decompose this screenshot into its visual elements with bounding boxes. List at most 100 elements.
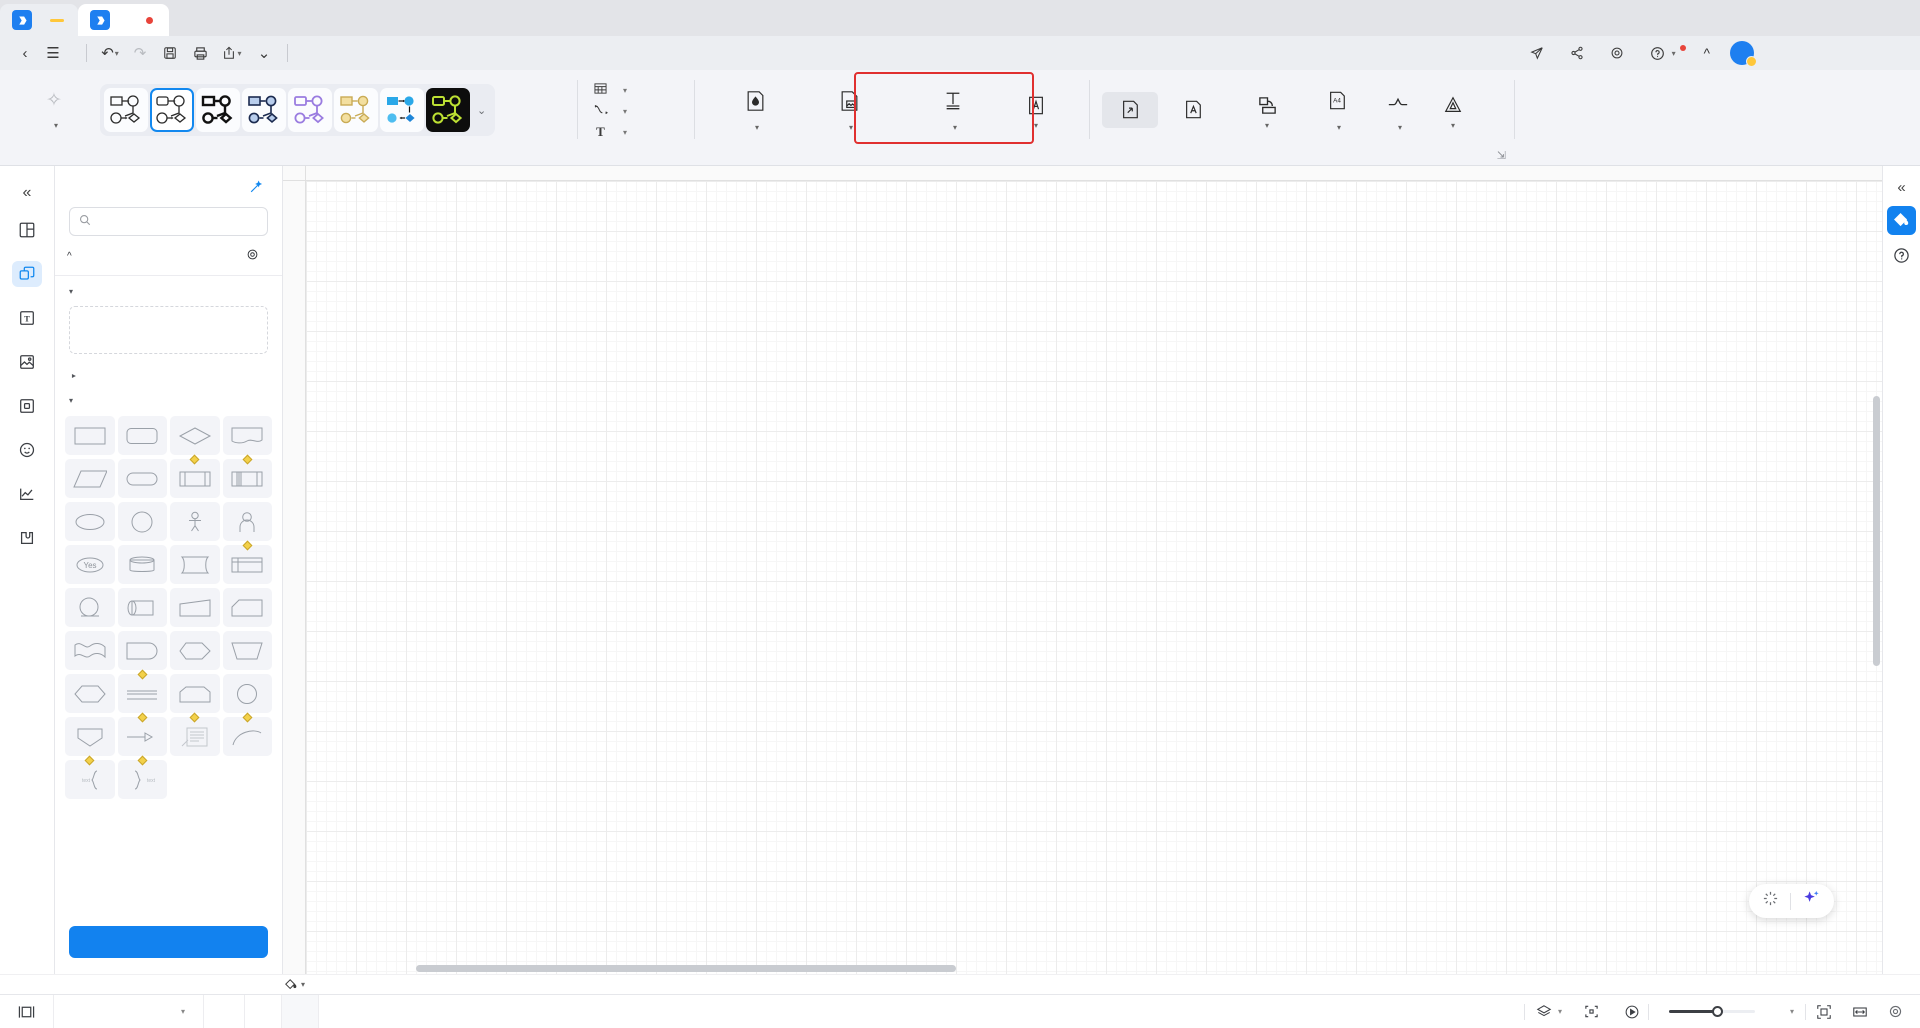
chevron-down-icon[interactable]: ▾ [623, 86, 627, 95]
zoom-slider[interactable] [1668, 1005, 1755, 1017]
shape-data-parallelogram[interactable] [65, 459, 115, 498]
print-icon[interactable] [185, 40, 215, 66]
section-basic-flowchart-shapes[interactable]: ▾ [55, 385, 282, 412]
background-picture-button[interactable]: ▾ [805, 84, 893, 136]
shape-hexagon[interactable] [65, 674, 115, 713]
shape-pentagon-down[interactable] [65, 717, 115, 756]
page-layout-button[interactable] [0, 994, 54, 1028]
focus-mode-button[interactable] [1573, 1004, 1616, 1019]
document-tab-drawing1[interactable] [78, 4, 169, 36]
customize-quick-access-icon[interactable]: ⌄ [249, 40, 279, 66]
orientation-button[interactable]: ▾ [1228, 88, 1306, 131]
sidebar-item-widgets[interactable] [1, 518, 53, 559]
collapse-ribbon-button[interactable]: ^ [1692, 46, 1722, 61]
shape-double-line[interactable] [117, 669, 167, 713]
shape-decision-diamond[interactable] [170, 416, 220, 455]
file-menu-button[interactable]: ☰ [40, 40, 78, 66]
background-color-button[interactable]: ▾ [711, 84, 799, 136]
shape-circle-with-line[interactable] [65, 588, 115, 627]
borders-and-headers-button[interactable]: ▾ [913, 84, 993, 136]
one-click-beautify-icon[interactable] [1762, 890, 1779, 912]
shape-terminator[interactable] [117, 459, 167, 498]
zoom-level-dropdown[interactable]: ▾ [1775, 1007, 1805, 1016]
shape-rounded-rectangle[interactable] [117, 416, 167, 455]
shape-table[interactable] [222, 540, 272, 584]
color-button[interactable]: ▾ [592, 82, 627, 98]
home-tab[interactable] [0, 4, 78, 36]
ribbon-tab-view[interactable] [424, 36, 462, 70]
minimize-button[interactable] [1766, 36, 1812, 70]
section-my-library[interactable]: ▾ [55, 276, 282, 303]
sidebar-item-stickers[interactable] [1, 430, 53, 471]
settings-gear-icon[interactable] [1878, 1004, 1912, 1019]
shape-arrow-line[interactable] [117, 712, 167, 756]
collapse-all-button[interactable]: ^ [67, 251, 77, 262]
canvas-vertical-scrollbar[interactable] [1873, 396, 1880, 666]
sidebar-item-text[interactable]: T [1, 298, 53, 339]
jump-style-button[interactable]: ▾ [1368, 84, 1428, 136]
add-page-button[interactable] [204, 994, 245, 1028]
one-click-beautify-button[interactable]: ✧ ▾ [8, 87, 100, 133]
horizontal-ruler[interactable] [306, 166, 1882, 181]
shape-trapezoid[interactable] [222, 631, 272, 670]
layers-button[interactable]: ▾ [1525, 1004, 1573, 1020]
connector-button[interactable]: ▾ [592, 103, 627, 119]
chevron-down-icon[interactable]: ▾ [1034, 122, 1038, 131]
beautify-more-button[interactable]: ⌄ [472, 104, 491, 117]
shape-card[interactable] [170, 674, 220, 713]
ribbon-tab-advanced[interactable] [500, 36, 538, 70]
shape-internal-storage[interactable] [222, 454, 272, 498]
shape-multi-document[interactable] [170, 545, 220, 584]
beautify-style-yellow[interactable] [334, 88, 378, 132]
unit-button[interactable]: ▾ [1430, 88, 1476, 131]
chevron-down-icon[interactable]: ▾ [623, 107, 627, 116]
beautify-style-purple[interactable] [288, 88, 332, 132]
redo-icon[interactable]: ↷ [125, 40, 155, 66]
ribbon-tab-ai[interactable] [538, 36, 583, 70]
shape-user-bust[interactable] [222, 502, 272, 541]
shape-arc-curve[interactable] [222, 712, 272, 756]
shape-ellipse[interactable] [65, 502, 115, 541]
chevron-down-icon[interactable]: ▾ [623, 128, 627, 137]
chevron-down-icon[interactable]: ▾ [1451, 122, 1455, 131]
collapse-panel-icon[interactable]: « [1897, 174, 1905, 200]
ribbon-tab-insert[interactable] [348, 36, 386, 70]
maximize-button[interactable] [1812, 36, 1858, 70]
ai-sparkle-icon[interactable] [1802, 889, 1821, 913]
shape-wave[interactable] [65, 631, 115, 670]
back-chevron-icon[interactable]: ‹ [10, 40, 40, 66]
shape-circle-outline[interactable] [222, 674, 272, 713]
ribbon-tab-home[interactable] [310, 36, 348, 70]
close-button[interactable] [1858, 36, 1904, 70]
page-size-button[interactable]: A4 ▾ [1308, 84, 1366, 136]
shape-process-rectangle[interactable] [65, 416, 115, 455]
shape-brace-left[interactable]: text [65, 755, 115, 799]
shape-direct-data[interactable] [117, 545, 167, 584]
shape-trapezoid-skew[interactable] [170, 588, 220, 627]
help-button[interactable]: ▾ [1640, 44, 1692, 61]
chevron-down-icon[interactable]: ▾ [953, 123, 957, 132]
manage-button[interactable] [246, 248, 264, 264]
shape-cylinder-horizontal[interactable] [117, 588, 167, 627]
page-selector-dropdown[interactable]: ▾ [54, 994, 204, 1028]
page-tab-page-2[interactable] [282, 994, 319, 1028]
more-symbols-button[interactable] [69, 926, 268, 958]
beautify-style-dark-neon[interactable] [426, 88, 470, 132]
fill-format-icon[interactable] [1887, 206, 1916, 235]
sidebar-item-templates[interactable] [1, 210, 53, 251]
sidebar-item-icons[interactable] [1, 386, 53, 427]
chevron-down-icon[interactable]: ▾ [1265, 122, 1269, 131]
shape-circle[interactable] [117, 502, 167, 541]
sidebar-item-images[interactable] [1, 342, 53, 383]
vertical-ruler[interactable] [283, 181, 306, 974]
auto-size-button[interactable] [1102, 92, 1158, 128]
my-library-drop-area[interactable] [69, 306, 268, 354]
shape-predefined-process[interactable] [170, 454, 220, 498]
save-icon[interactable] [155, 40, 185, 66]
fit-page-button[interactable] [1806, 1004, 1842, 1020]
fill-color-tool[interactable]: ▾ [284, 978, 305, 992]
beautify-style-bold-black[interactable] [196, 88, 240, 132]
text-button[interactable]: T ▾ [592, 124, 627, 140]
shape-delay[interactable] [117, 631, 167, 670]
page-setup-dialog-launcher[interactable]: ⇲ [1497, 149, 1506, 162]
